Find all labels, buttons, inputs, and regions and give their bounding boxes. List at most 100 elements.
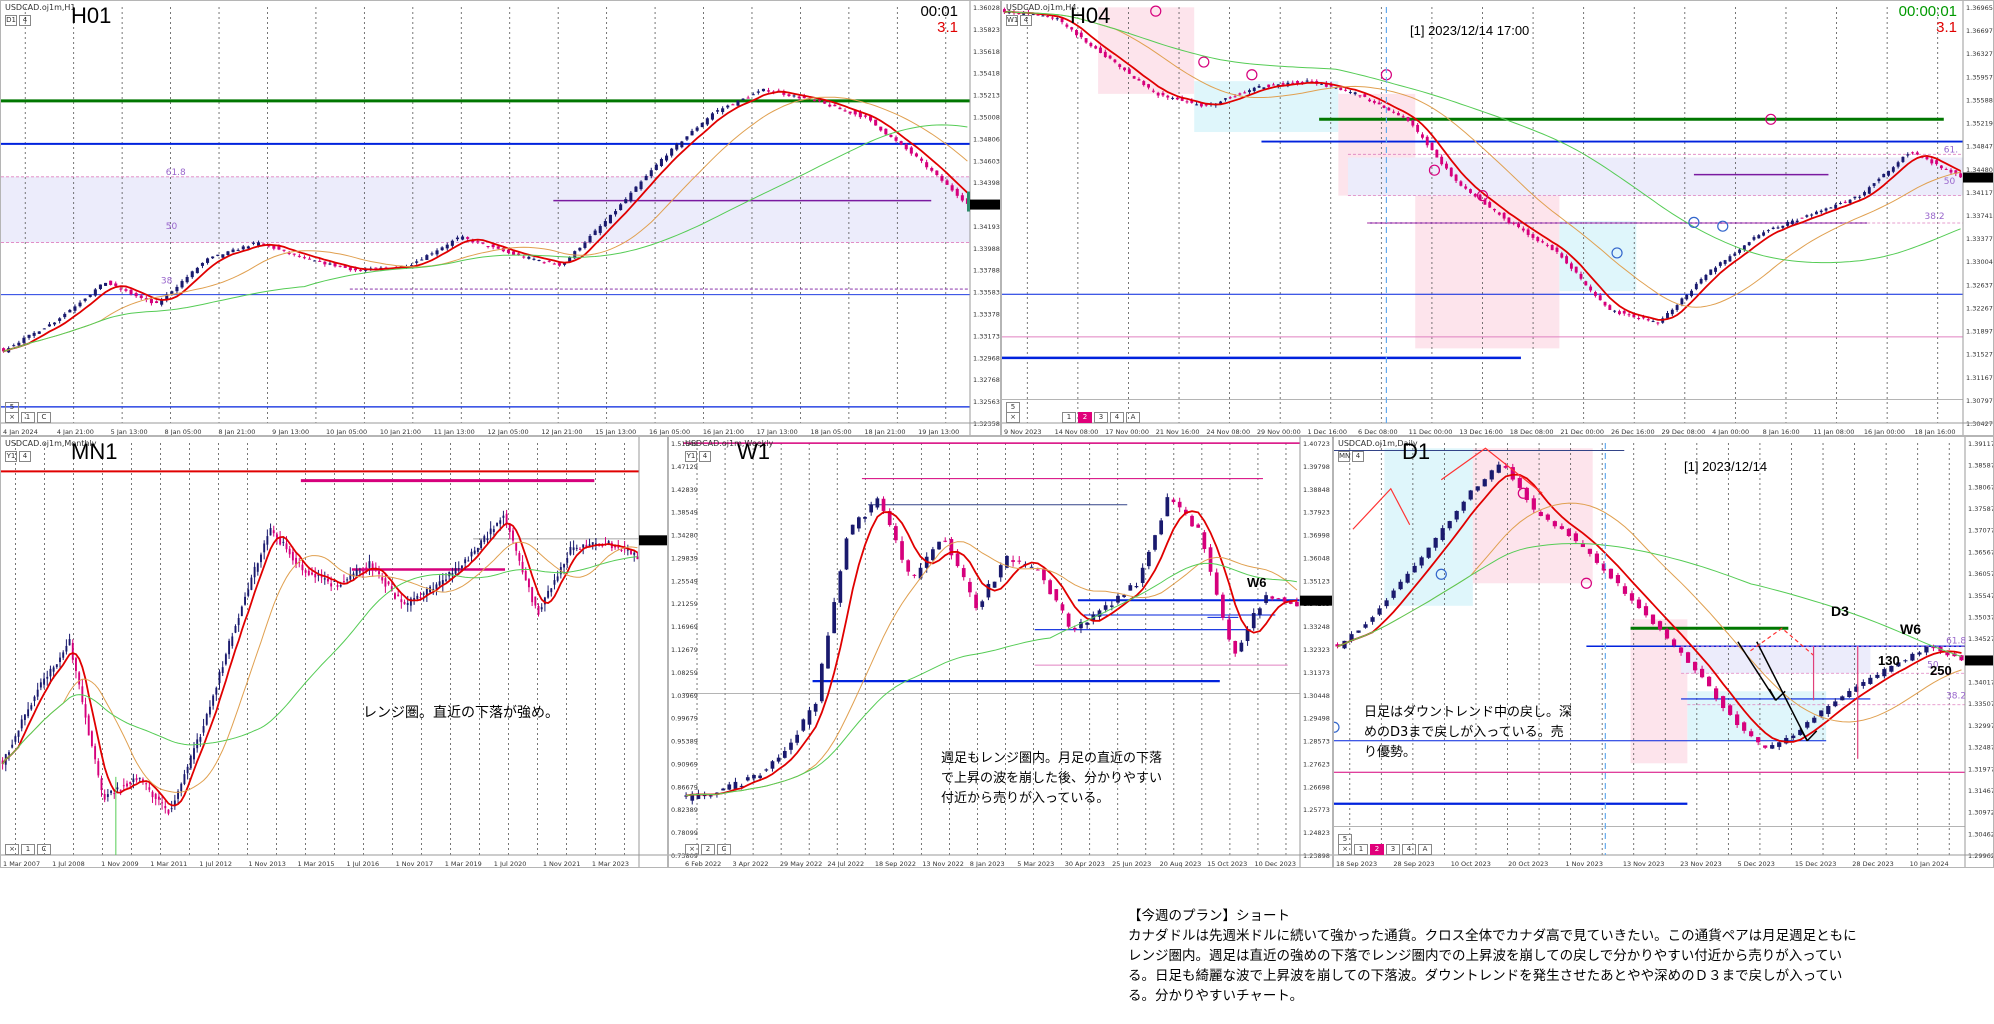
mn1-candle-174 [556,576,559,581]
h1-tf-btn-2[interactable]: 4 [19,15,31,26]
h4-candle-28 [1137,79,1141,81]
h4-candle-170 [1819,210,1823,213]
h4-candle-101 [1488,202,1492,208]
d1-bb-2[interactable]: × [1338,844,1352,855]
w1-ytick-2: 1.42839 [671,486,698,494]
h1-xtick-9: 12 Jan 05:00 [488,428,529,436]
h1-chart-panel[interactable]: 1.36028 1.35823 1.35618 1.35418 1.35213 1.350… [0,0,1001,436]
d1-chart-panel[interactable]: 1.39117 1.38587 1.38067 1.37587 1.37077 1.365… [1333,436,1994,868]
mn1-tf-btn-1[interactable]: Y1 [5,451,17,462]
w1-chart-panel[interactable]: 1.51549 1.47129 1.42839 1.38549 1.34280 1.298… [668,436,1333,868]
h1-bb-2[interactable]: × [5,412,19,423]
w1-tf-btn-2[interactable]: 4 [699,451,711,462]
mn1-bb-1[interactable]: × [5,844,19,855]
w1-bb-2[interactable]: 2 [701,844,715,855]
d1-ytick-11: 1.34017 [1968,679,1994,687]
d1-candle-22 [1489,470,1494,480]
mn1-candle-111 [355,569,358,577]
w1-ytick2-15: 1.26698 [1303,783,1330,791]
w1-tf-btn-1[interactable]: Y1 [685,451,697,462]
w1-candle-36 [906,560,911,572]
h4-candle-86 [1416,124,1420,132]
h1-bb-3[interactable]: 1 [21,412,35,423]
h1-candle-150 [767,90,771,92]
h4-candle-79 [1382,105,1386,108]
h1-candle-40 [206,258,210,263]
h1-xtick-0: 4 Jan 2024 [3,428,38,436]
h4-ytick-12: 1.32637 [1966,281,1993,289]
mn1-candle-80 [256,563,259,572]
h4-bb-5[interactable]: 3 [1094,412,1108,423]
mn1-candle-15 [49,668,52,677]
d1-candle-12 [1419,557,1424,566]
w1-bb-1[interactable]: × [685,844,699,855]
h4-tf-buttons: W1 4 [1006,15,1032,26]
mn1-candle-20 [65,645,68,652]
h4-chart-panel[interactable]: 1.36965 1.36697 1.36327 1.35957 1.35588 1.352… [1001,0,1994,436]
w1-candle-15 [776,757,781,762]
h4-tf-btn-2[interactable]: 4 [1020,15,1032,26]
mn1-bb-3[interactable]: C [37,844,51,855]
h4-candle-165 [1795,220,1799,223]
d1-bb-3[interactable]: 1 [1354,844,1368,855]
h1-ytick-6: 1.34806 [973,135,1000,143]
h4-bb-4[interactable]: 2 [1078,412,1092,423]
h1-xtick-7: 10 Jan 21:00 [380,428,421,436]
mn1-candle-124 [397,594,400,597]
h1-tf-btn-1[interactable]: D1 [5,15,17,26]
w1-ytick-17: 0.78099 [671,829,698,837]
mn1-chart-panel[interactable]: 1 Mar 2007 1 Jul 2008 1 Nov 2009 1 Mar 2011… [0,436,668,868]
h1-bb-4[interactable]: C [37,412,51,423]
h4-candle-78 [1377,102,1381,105]
h1-candle-38 [195,267,199,274]
h1-candle-2 [12,345,16,347]
h4-ytick-5: 1.35219 [1966,120,1993,128]
mn1-candle-119 [381,577,384,581]
h4-candle-124 [1598,295,1602,301]
h4-candle-25 [1123,67,1126,71]
h4-bb-6[interactable]: 4 [1110,412,1124,423]
w1-candle-51 [998,565,1003,578]
h4-candle-133 [1642,317,1645,319]
h4-candle-109 [1526,229,1530,235]
h1-xtick-2: 5 Jan 13:00 [111,428,148,436]
h4-candle-15 [1075,29,1078,36]
mn1-candle-160 [512,530,514,541]
d1-candle-71 [1833,701,1838,707]
h4-candle-27 [1132,76,1136,79]
mn1-candle-162 [518,553,521,561]
d1-bb-4[interactable]: 2 [1370,844,1384,855]
h4-bottom-buttons-2: × 1 2 3 4 A [1006,412,1140,423]
h4-bb-2[interactable]: × [1006,412,1020,423]
h1-candle-126 [644,175,648,181]
h1-title: H01 [71,3,112,28]
h1-xtick-3: 8 Jan 05:00 [165,428,202,436]
mn1-candle-47 [151,791,154,798]
mn1-candle-46 [148,787,151,790]
h1-candle-8 [42,328,46,330]
d1-bb-7[interactable]: A [1418,844,1432,855]
w1-candle-89 [1233,641,1238,654]
h4-xtick-13: 29 Dec 08:00 [1662,428,1706,436]
d1-bb-6[interactable]: 4 [1402,844,1416,855]
h4-candle-196 [1944,168,1948,170]
mn1-bb-2[interactable]: 1 [21,844,35,855]
w1-bb-3[interactable]: C [717,844,731,855]
h4-tf-btn-1[interactable]: W1 [1006,15,1018,26]
d1-bb-5[interactable]: 3 [1386,844,1400,855]
mn1-tf-btn-2[interactable]: 4 [19,451,31,462]
mn1-candle-197 [630,550,632,555]
mn1-chart[interactable]: 1 Mar 2007 1 Jul 2008 1 Nov 2009 1 Mar 2011… [1,437,668,868]
h1-chart[interactable]: 1.36028 1.35823 1.35618 1.35418 1.35213 1.350… [1,1,1001,436]
h1-candle-12 [63,313,67,318]
h4-chart[interactable]: 1.36965 1.36697 1.36327 1.35957 1.35588 1.352… [1002,1,1994,436]
h4-candle-89 [1430,142,1434,150]
h4-candle-195 [1939,165,1943,169]
h4-candle-71 [1344,89,1347,91]
d1-candle-70 [1826,706,1831,715]
d1-tf-btn-1[interactable]: MN [1338,451,1350,462]
mn1-candle-136 [435,584,438,589]
h4-bb-3[interactable]: 1 [1062,412,1076,423]
d1-tf-btn-2[interactable]: 4 [1352,451,1364,462]
h4-bb-7[interactable]: A [1126,412,1140,423]
